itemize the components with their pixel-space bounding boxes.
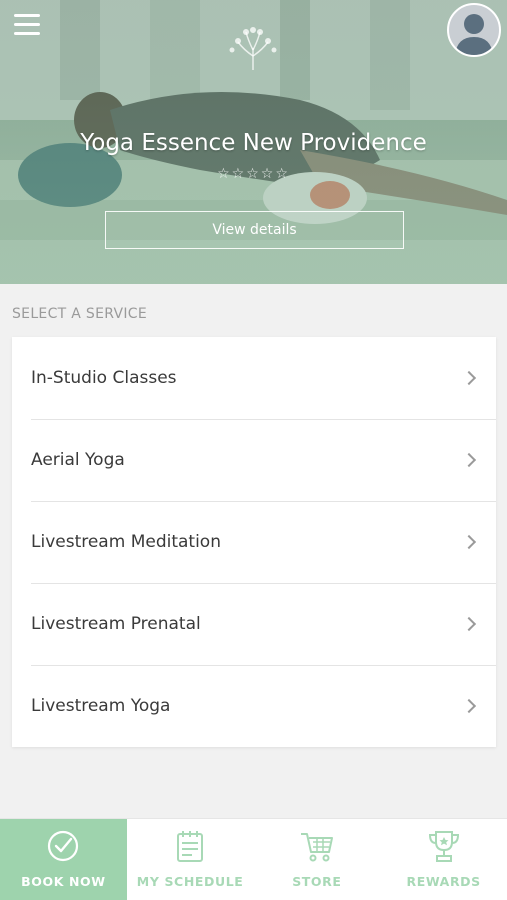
tab-label: MY SCHEDULE [136, 874, 244, 889]
hero-banner: Yoga Essence New Providence ☆☆☆☆☆ View d… [0, 0, 507, 284]
trophy-icon [428, 831, 459, 862]
chevron-right-icon [461, 534, 477, 550]
chevron-right-icon [461, 616, 477, 632]
view-details-button[interactable]: View details [105, 211, 404, 249]
user-avatar[interactable] [447, 3, 501, 57]
service-item-aerial-yoga[interactable]: Aerial Yoga [12, 419, 496, 501]
service-item-livestream-prenatal[interactable]: Livestream Prenatal [12, 583, 496, 665]
chevron-right-icon [461, 452, 477, 468]
studio-logo [229, 27, 277, 70]
service-list: In-Studio Classes Aerial Yoga Livestream… [12, 337, 496, 747]
studio-name: Yoga Essence New Providence [80, 130, 427, 156]
tab-book-now[interactable]: BOOK NOW [0, 819, 127, 900]
tab-rewards[interactable]: REWARDS [380, 819, 507, 900]
check-circle-icon [48, 830, 79, 862]
tab-my-schedule[interactable]: MY SCHEDULE [127, 819, 254, 900]
calendar-icon [177, 831, 204, 862]
service-label: Livestream Prenatal [31, 614, 201, 634]
service-label: Livestream Yoga [31, 696, 171, 716]
service-label: In-Studio Classes [31, 368, 177, 388]
cart-icon [300, 833, 333, 862]
bottom-tab-bar: BOOK NOW MY SCHEDULE STORE REWARDS [0, 818, 507, 900]
section-title: SELECT A SERVICE [12, 306, 148, 322]
tab-label: STORE [292, 874, 342, 889]
service-item-in-studio-classes[interactable]: In-Studio Classes [12, 337, 496, 419]
service-item-livestream-meditation[interactable]: Livestream Meditation [12, 501, 496, 583]
service-label: Livestream Meditation [31, 532, 221, 552]
service-label: Aerial Yoga [31, 450, 125, 470]
tab-label: BOOK NOW [21, 874, 106, 889]
hamburger-menu-icon[interactable] [14, 14, 40, 38]
chevron-right-icon [461, 698, 477, 714]
chevron-right-icon [461, 370, 477, 386]
tab-label: REWARDS [406, 874, 481, 889]
service-item-livestream-yoga[interactable]: Livestream Yoga [12, 665, 496, 747]
tab-store[interactable]: STORE [254, 819, 381, 900]
rating-stars: ☆☆☆☆☆ [217, 166, 290, 182]
